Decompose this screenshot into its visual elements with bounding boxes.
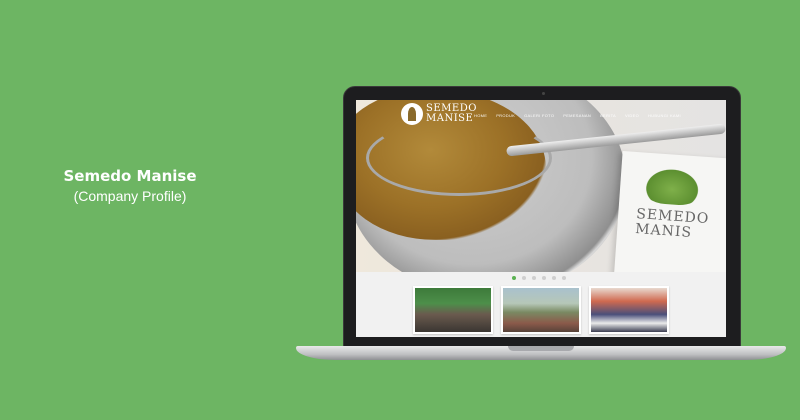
bag-brand-text: SEMEDO MANIS	[635, 206, 710, 242]
hero-slider[interactable]: SEMEDO MANIS SEMEDO MANISE HOME PRODUK G…	[356, 100, 726, 272]
laptop-screen-bezel: SEMEDO MANIS SEMEDO MANISE HOME PRODUK G…	[343, 86, 741, 350]
slider-dot[interactable]	[522, 276, 526, 280]
site-logo[interactable]: SEMEDO MANISE	[401, 103, 477, 125]
laptop-notch	[508, 346, 574, 351]
caption-subtitle: (Company Profile)	[73, 188, 187, 204]
caption-title: Semedo Manise	[63, 167, 197, 185]
slider-dot[interactable]	[512, 276, 516, 280]
gallery-thumbnail[interactable]	[501, 286, 581, 334]
hero-spoon-bowl	[366, 120, 552, 196]
nav-item-galeri-foto[interactable]: GALERI FOTO	[524, 113, 554, 118]
nav-item-video[interactable]: VIDEO	[625, 113, 639, 118]
handshake-photo-image	[591, 288, 667, 332]
logo-text: SEMEDO MANISE	[426, 104, 477, 124]
nav-item-produk[interactable]: PRODUK	[496, 113, 515, 118]
laptop-base	[296, 346, 786, 360]
slider-dots	[512, 276, 566, 280]
gallery-thumbnail[interactable]	[589, 286, 669, 334]
gallery-thumbnail[interactable]	[413, 286, 493, 334]
hero-product-bag: SEMEDO MANIS	[613, 150, 726, 272]
gallery-thumbnails	[413, 286, 669, 334]
slider-dot[interactable]	[542, 276, 546, 280]
main-nav: HOME PRODUK GALERI FOTO PEMESANAN BERITA…	[474, 113, 681, 118]
bag-leaf-logo-icon	[641, 164, 704, 207]
leaf-logo-icon	[401, 103, 423, 125]
camera-icon	[542, 92, 545, 95]
nav-item-hubungi-kami[interactable]: HUBUNGI KAMI	[648, 113, 681, 118]
nav-item-home[interactable]: HOME	[474, 113, 487, 118]
nav-item-berita[interactable]: BERITA	[600, 113, 616, 118]
caption: Semedo Manise (Company Profile)	[0, 166, 260, 206]
website-screen: SEMEDO MANIS SEMEDO MANISE HOME PRODUK G…	[356, 100, 726, 337]
slider-dot[interactable]	[562, 276, 566, 280]
group-photo-image	[415, 288, 491, 332]
slider-dot[interactable]	[552, 276, 556, 280]
logo-line2: MANISE	[426, 113, 474, 124]
outdoor-event-photo-image	[503, 288, 579, 332]
slider-dot[interactable]	[532, 276, 536, 280]
nav-item-pemesanan[interactable]: PEMESANAN	[563, 113, 591, 118]
